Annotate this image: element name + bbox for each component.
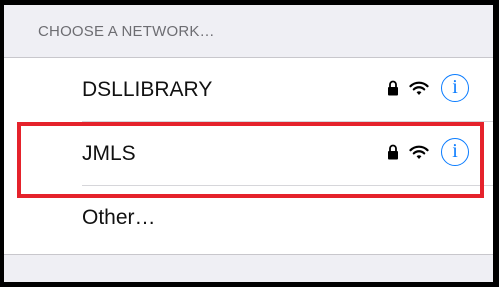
wifi-icon: [409, 81, 429, 95]
section-header: CHOOSE A NETWORK…: [4, 5, 493, 57]
network-status-icons: i: [387, 138, 469, 166]
other-network-label: Other…: [82, 206, 156, 229]
network-name: JMLS: [82, 142, 136, 165]
section-header-label: CHOOSE A NETWORK…: [38, 23, 215, 40]
network-row-dsllibrary[interactable]: DSLLIBRARY i: [4, 58, 493, 122]
network-row-other[interactable]: Other…: [4, 186, 493, 250]
info-glyph: i: [452, 140, 458, 162]
network-name: DSLLIBRARY: [82, 78, 213, 101]
network-row-jmls[interactable]: JMLS i: [4, 122, 493, 186]
network-status-icons: i: [387, 74, 469, 102]
wifi-icon: [409, 145, 429, 159]
network-list: DSLLIBRARY i JMLS i Other…: [4, 57, 493, 255]
info-glyph: i: [452, 76, 458, 98]
info-icon[interactable]: i: [441, 138, 469, 166]
lock-icon: [388, 144, 398, 160]
network-picker: CHOOSE A NETWORK… DSLLIBRARY i JMLS i Ot…: [0, 0, 499, 287]
lock-icon: [388, 80, 398, 96]
info-icon[interactable]: i: [441, 74, 469, 102]
